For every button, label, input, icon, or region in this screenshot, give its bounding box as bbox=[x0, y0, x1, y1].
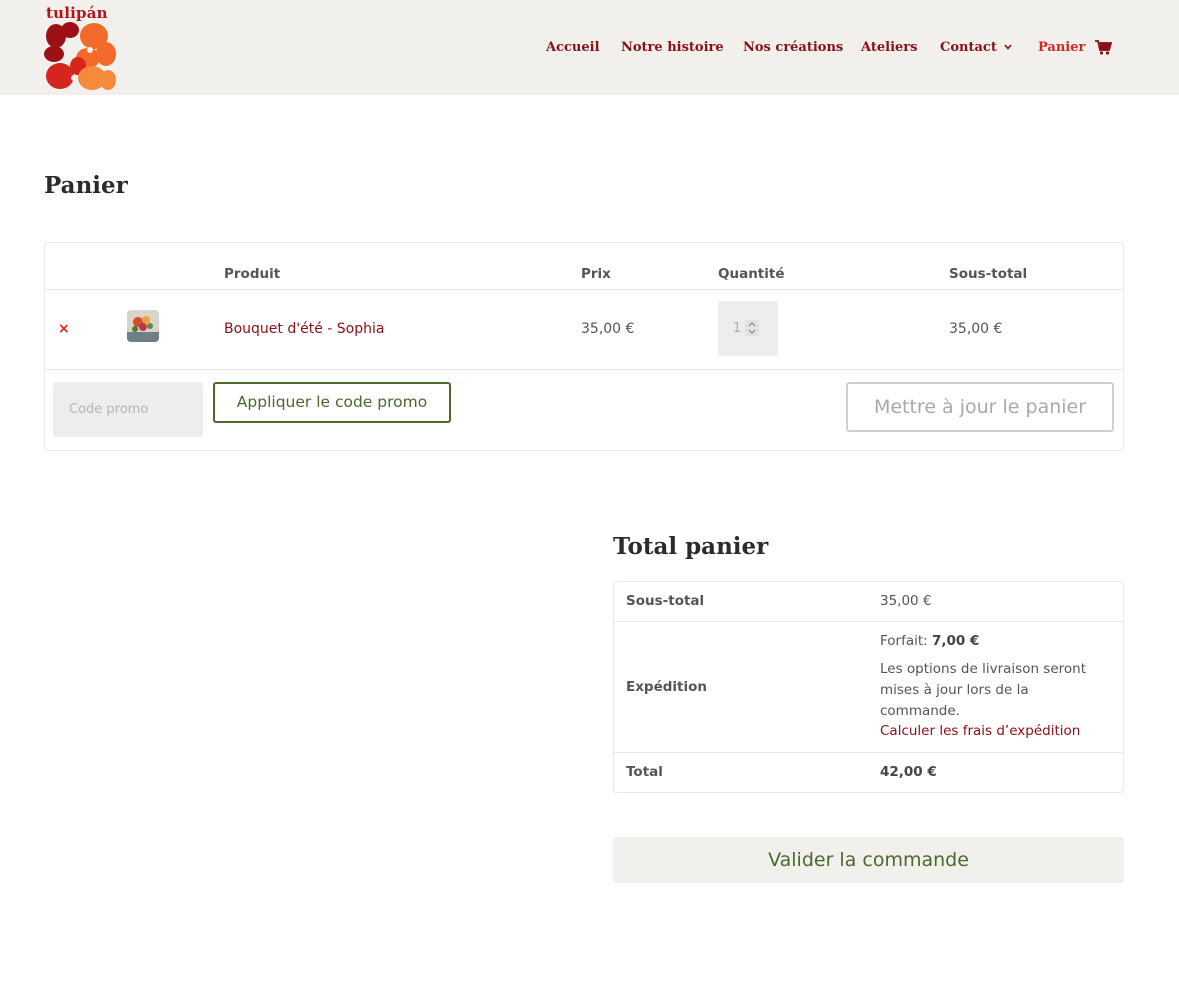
nav-nos-creations[interactable]: Nos créations bbox=[743, 40, 843, 55]
nav-contact[interactable]: Contact bbox=[940, 40, 997, 55]
quantity-stepper[interactable]: 1 bbox=[718, 301, 778, 356]
total-value: 42,00 € bbox=[880, 764, 937, 780]
subtotal-label: Sous-total bbox=[626, 593, 705, 609]
checkout-button[interactable]: Valider la commande bbox=[613, 837, 1124, 883]
divider bbox=[614, 621, 1123, 622]
divider bbox=[45, 289, 1123, 290]
shipping-method: Forfait: bbox=[880, 633, 928, 649]
logo-text: tulipán bbox=[46, 4, 108, 22]
subtotal-value: 35,00 € bbox=[880, 593, 932, 609]
shipping-price: 7,00 € bbox=[932, 633, 980, 649]
shipping-note: Les options de livraison seront mises à … bbox=[880, 661, 1087, 719]
col-quantity: Quantité bbox=[718, 266, 785, 282]
quantity-value[interactable]: 1 bbox=[733, 321, 741, 336]
col-price: Prix bbox=[581, 266, 611, 282]
col-subtotal: Sous-total bbox=[949, 266, 1028, 282]
tulipan-logo[interactable]: tulipán bbox=[44, 4, 116, 92]
product-thumbnail[interactable] bbox=[127, 310, 159, 342]
total-label: Total bbox=[626, 764, 663, 780]
apply-promo-button[interactable]: Appliquer le code promo bbox=[213, 382, 451, 423]
divider bbox=[614, 752, 1123, 753]
site-header: tulipán Accueil Notre histoire Nos créat… bbox=[0, 0, 1179, 95]
flower-logo-icon bbox=[44, 22, 116, 92]
col-product: Produit bbox=[224, 266, 281, 282]
cart-totals-title: Total panier bbox=[613, 533, 769, 560]
cart-icon[interactable] bbox=[1095, 40, 1112, 55]
remove-item-icon[interactable]: × bbox=[58, 321, 70, 337]
shipping-rate: Forfait: 7,00 € bbox=[880, 633, 979, 649]
divider bbox=[45, 369, 1123, 370]
spinner-arrows-icon[interactable] bbox=[745, 320, 759, 336]
calculate-shipping-link[interactable]: Calculer les frais d’expédition bbox=[880, 723, 1080, 739]
bouquet-image-icon bbox=[127, 310, 159, 342]
product-name-link[interactable]: Bouquet d'été - Sophia bbox=[224, 321, 384, 337]
nav-accueil[interactable]: Accueil bbox=[546, 40, 600, 55]
chevron-down-icon[interactable] bbox=[1003, 42, 1013, 52]
page-title: Panier bbox=[44, 172, 128, 199]
nav-notre-histoire[interactable]: Notre histoire bbox=[621, 40, 724, 55]
cart-table: Produit Prix Quantité Sous-total × Bouqu… bbox=[44, 242, 1124, 451]
shipping-label: Expédition bbox=[626, 679, 708, 695]
promo-code-input[interactable] bbox=[53, 382, 203, 437]
nav-ateliers[interactable]: Ateliers bbox=[861, 40, 917, 55]
update-cart-button[interactable]: Mettre à jour le panier bbox=[846, 382, 1114, 432]
nav-panier[interactable]: Panier bbox=[1038, 40, 1085, 55]
product-subtotal: 35,00 € bbox=[949, 321, 1003, 337]
product-price: 35,00 € bbox=[581, 321, 635, 337]
cart-totals-table: Sous-total 35,00 € Expédition Forfait: 7… bbox=[613, 581, 1124, 793]
